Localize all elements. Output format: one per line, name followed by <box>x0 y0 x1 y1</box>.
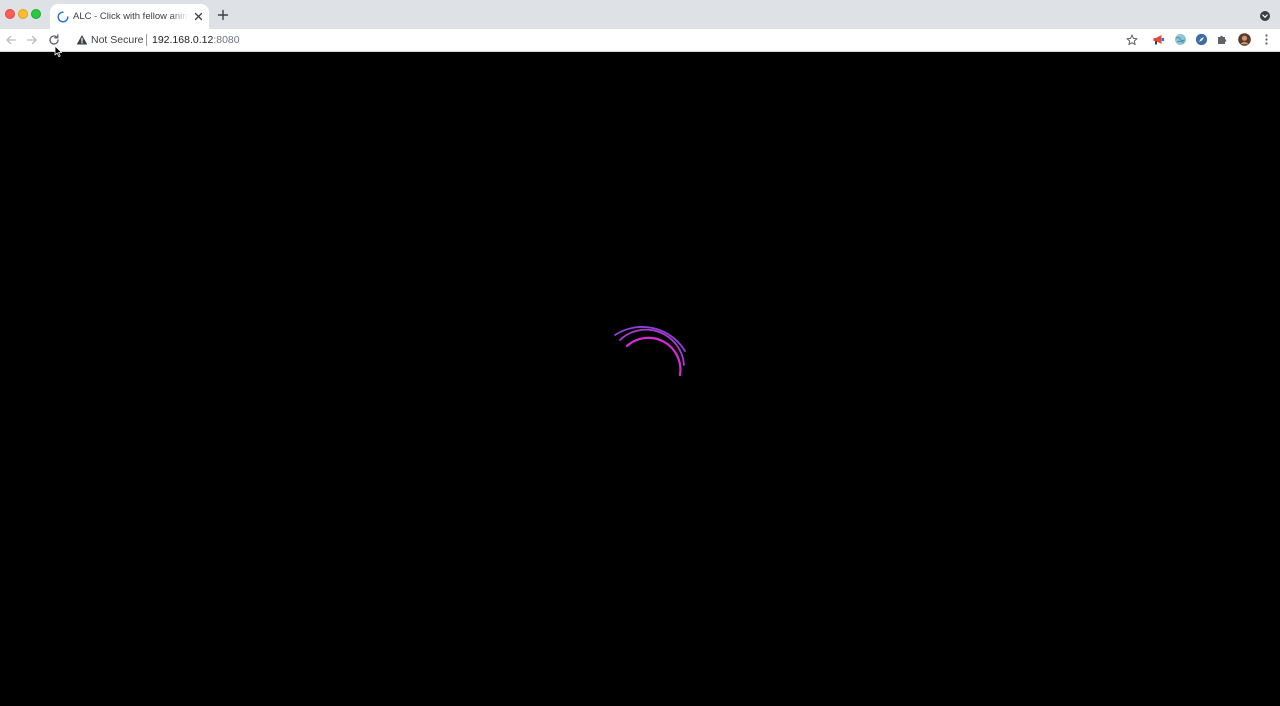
tab-active[interactable]: ALC - Click with fellow animal lovers <box>50 4 209 29</box>
address-bar[interactable]: Not Secure 192.168.0.12:8080 <box>70 30 1144 51</box>
puzzle-icon[interactable] <box>1216 33 1229 46</box>
bookmark-star-icon[interactable] <box>1126 34 1138 46</box>
window-maximize-button[interactable] <box>31 9 41 19</box>
page-content <box>0 53 1280 706</box>
loader-arc-middle <box>619 328 685 366</box>
window-close-button[interactable] <box>5 9 15 19</box>
browser-toolbar: Not Secure 192.168.0.12:8080 <box>0 29 1280 52</box>
mouse-cursor-icon <box>54 45 62 57</box>
tab-strip: ALC - Click with fellow animal lovers <box>0 0 1280 29</box>
loading-spinner <box>614 326 686 377</box>
loading-spinner-icon <box>57 11 69 23</box>
loader-arc-inner <box>625 336 682 377</box>
url-text[interactable]: 192.168.0.12:8080 <box>152 34 240 47</box>
tab-title: ALC - Click with fellow animal lovers <box>73 11 188 22</box>
url-port: :8080 <box>213 34 240 46</box>
forward-icon[interactable] <box>26 34 38 46</box>
close-tab-icon[interactable] <box>193 11 204 22</box>
address-divider <box>146 34 147 46</box>
browser-window: ALC - Click with fellow animal lovers <box>0 0 1280 706</box>
security-status[interactable]: Not Secure <box>91 34 144 47</box>
avatar[interactable] <box>1238 33 1251 46</box>
compass-icon[interactable] <box>1195 33 1208 46</box>
back-icon[interactable] <box>5 34 17 46</box>
globe-icon[interactable] <box>1174 33 1187 46</box>
menu-icon[interactable] <box>1260 33 1273 46</box>
megaphone-icon[interactable] <box>1152 33 1165 46</box>
url-host: 192.168.0.12 <box>152 34 214 46</box>
tab-search-icon[interactable] <box>1259 10 1271 22</box>
window-minimize-button[interactable] <box>18 9 28 19</box>
new-tab-icon[interactable] <box>217 9 229 21</box>
warning-icon[interactable] <box>76 34 88 46</box>
